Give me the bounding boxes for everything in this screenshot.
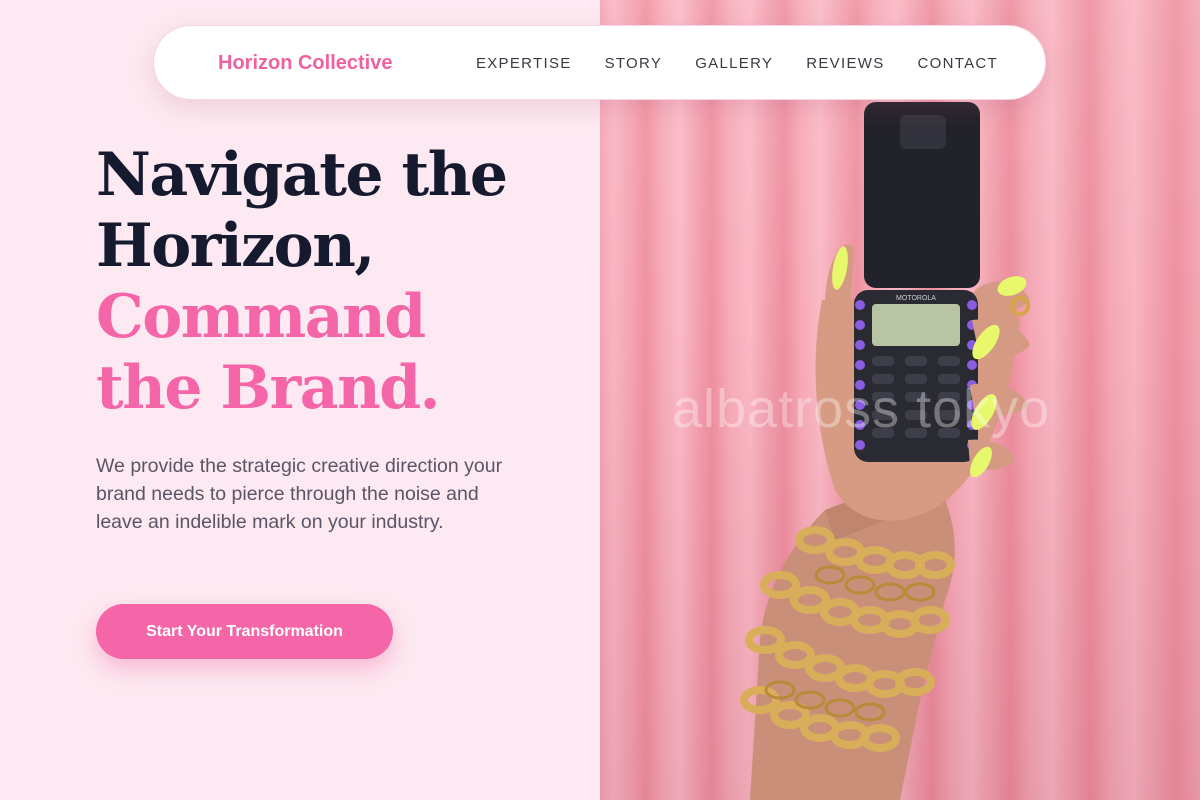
headline-line: Navigate the bbox=[96, 140, 508, 210]
headline-accent-line: Command bbox=[96, 282, 426, 352]
nav-link-contact[interactable]: CONTACT bbox=[918, 55, 998, 72]
headline-accent-line: the Brand. bbox=[96, 353, 441, 423]
nav-link-gallery[interactable]: GALLERY bbox=[695, 55, 773, 72]
photo-watermark: albatross tokyo bbox=[672, 379, 1051, 439]
phone-brand-label: MOTOROLA bbox=[896, 295, 936, 302]
hero-headline: Navigate the Horizon, Command the Brand. bbox=[96, 140, 508, 424]
headline-line: Horizon, bbox=[96, 211, 375, 281]
nav-link-expertise[interactable]: EXPERTISE bbox=[476, 55, 572, 72]
start-transformation-button[interactable]: Start Your Transformation bbox=[96, 604, 393, 659]
nav-links: EXPERTISE STORY GALLERY REVIEWS CONTACT bbox=[476, 55, 998, 72]
hero-photo: MOTOROLA albatross tokyo bbox=[600, 0, 1200, 800]
top-navbar: Horizon Collective EXPERTISE STORY GALLE… bbox=[153, 25, 1046, 100]
brand-logo-link[interactable]: Horizon Collective bbox=[218, 52, 392, 75]
nav-link-story[interactable]: STORY bbox=[605, 55, 663, 72]
hero-description: We provide the strategic creative direct… bbox=[96, 455, 503, 533]
nav-link-reviews[interactable]: REVIEWS bbox=[806, 55, 884, 72]
landing-page: MOTOROLA albatross tokyo Horizon Collect… bbox=[0, 0, 1200, 800]
